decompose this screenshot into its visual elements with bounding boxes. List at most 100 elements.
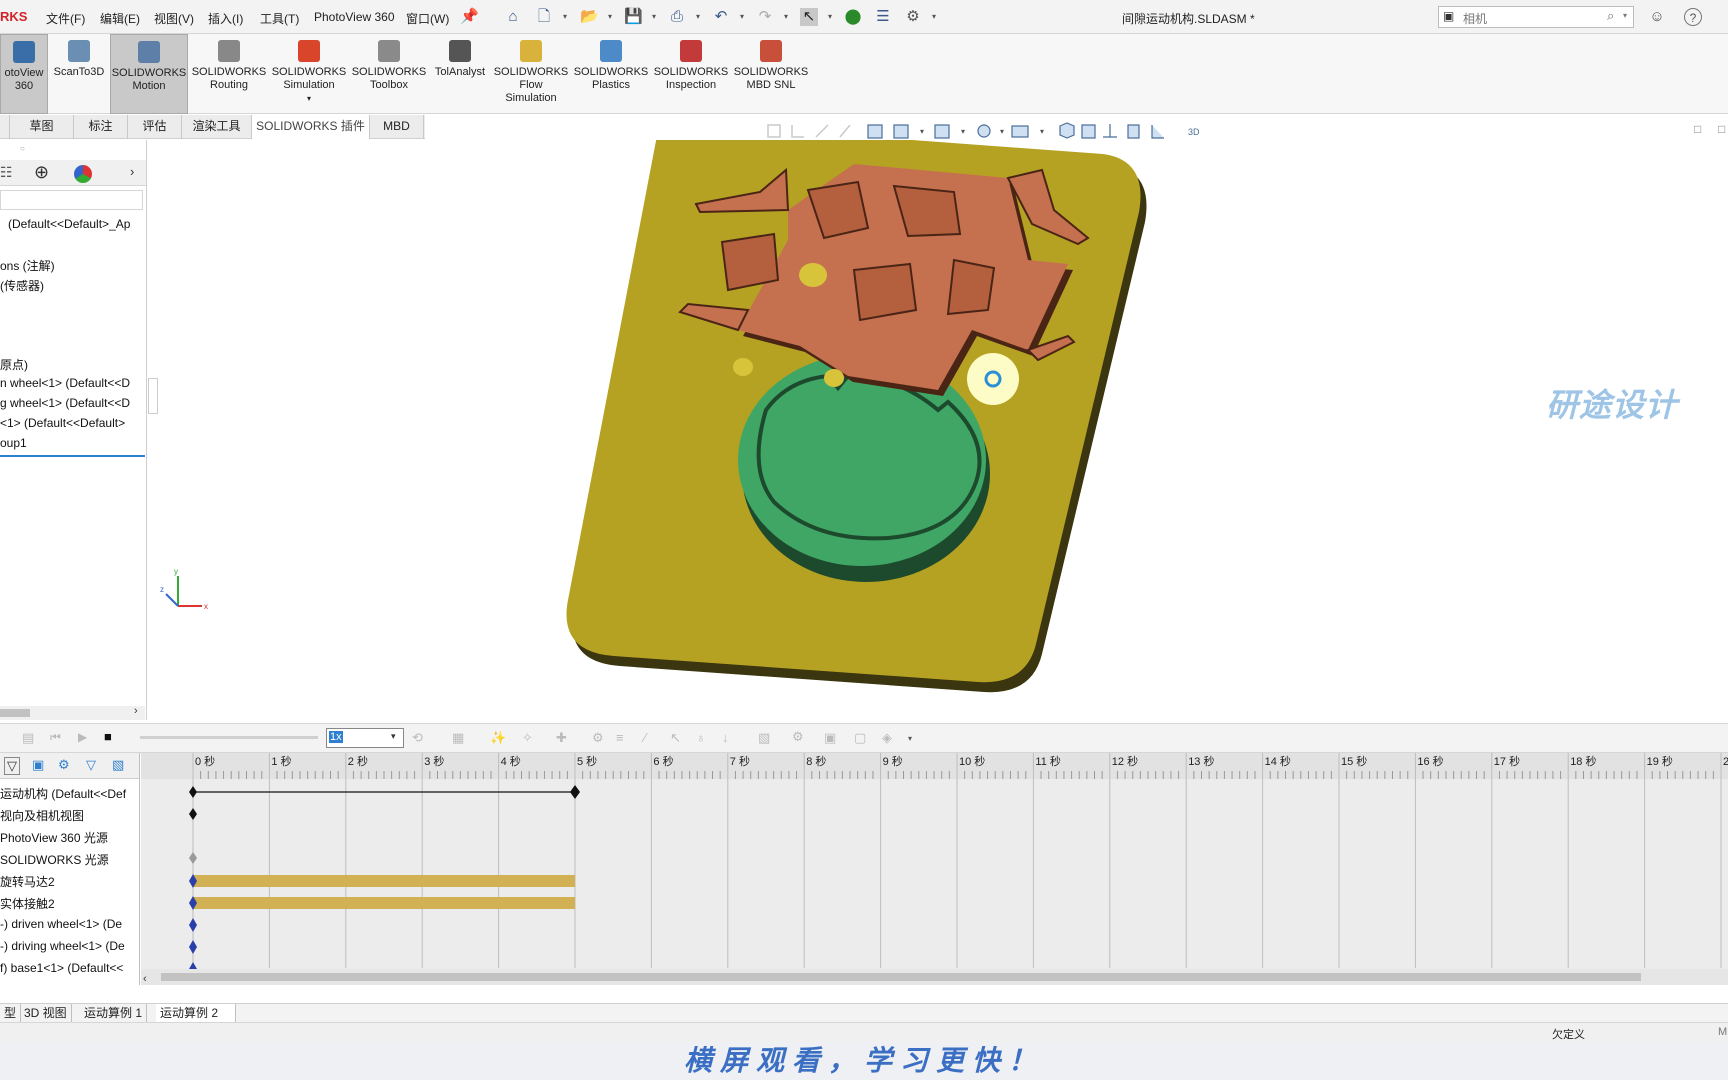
menu-file[interactable]: 文件(F): [46, 10, 85, 27]
tab-sketch[interactable]: 草图: [10, 115, 74, 139]
view-settings-icon[interactable]: [1081, 124, 1096, 139]
motion-tree-rotary-motor[interactable]: 旋转马达2: [0, 873, 55, 890]
dynamic-annotation-icon[interactable]: [867, 124, 883, 139]
calculate-icon[interactable]: ▤: [22, 730, 34, 746]
scrollbar-thumb[interactable]: [0, 709, 30, 717]
save-animation-icon[interactable]: ▦: [452, 730, 464, 746]
search-icon[interactable]: ⌕: [1607, 8, 1614, 24]
tab-prev[interactable]: [0, 115, 10, 139]
redo-icon[interactable]: ↷: [756, 8, 774, 26]
chevron-down-icon[interactable]: ▾: [1040, 127, 1044, 136]
filter-driving-icon[interactable]: ▣: [32, 757, 44, 773]
playback-mode-icon[interactable]: ⟲: [412, 730, 423, 746]
file-properties-icon[interactable]: ☰: [874, 8, 892, 26]
force-icon[interactable]: ↖: [670, 730, 681, 746]
display-style-icon[interactable]: [934, 124, 950, 139]
tree-item-sensors[interactable]: (传感器): [0, 277, 44, 294]
solidworks-mbd-snl-button[interactable]: SOLIDWORKS MBD SNL: [732, 34, 810, 114]
playback-speed-select[interactable]: 1x ▾: [326, 728, 404, 748]
gear-icon[interactable]: ⚙: [904, 8, 922, 26]
menu-photoview[interactable]: PhotoView 360: [314, 10, 395, 24]
spring-icon[interactable]: ≡: [616, 730, 624, 745]
save-icon[interactable]: 💾: [624, 8, 643, 26]
collapse-panel-icon[interactable]: □: [1694, 122, 1701, 136]
filter-field[interactable]: [0, 190, 143, 210]
rollback-bar[interactable]: [0, 455, 145, 457]
add-key-icon[interactable]: ✚: [556, 730, 567, 746]
tab-solidworks-addins[interactable]: SOLIDWORKS 插件: [252, 115, 370, 139]
edit-appearance-icon[interactable]: [1011, 125, 1029, 138]
study-properties-icon[interactable]: ⚙: [792, 729, 804, 745]
model-view[interactable]: x y z: [148, 120, 1728, 720]
solidworks-flow-simulation-button[interactable]: SOLIDWORKS Flow Simulation: [492, 34, 570, 114]
chevron-right-icon[interactable]: ›: [134, 705, 138, 717]
status-units[interactable]: M: [1718, 1026, 1727, 1038]
tab-motion-study-2[interactable]: 运动算例 2: [156, 1004, 236, 1022]
results-plots-icon[interactable]: ▧: [758, 730, 770, 746]
solidworks-inspection-button[interactable]: SOLIDWORKS Inspection: [652, 34, 730, 114]
tree-item-assembly[interactable]: (Default<<Default>_Ap: [8, 217, 130, 231]
tab-mbd[interactable]: MBD: [370, 115, 424, 139]
playback-slider[interactable]: [140, 736, 318, 739]
chevron-down-icon[interactable]: ▾: [1623, 11, 1627, 20]
motion-tree-view-camera[interactable]: 视向及相机视图: [0, 807, 84, 824]
chevron-right-icon[interactable]: ›: [130, 164, 134, 179]
chevron-down-icon[interactable]: ▾: [961, 127, 965, 136]
motion-tree-assembly[interactable]: 运动机构 (Default<<Def: [0, 785, 126, 802]
tree-item-annotations[interactable]: ons (注解): [0, 257, 55, 274]
previous-view-icon[interactable]: [815, 124, 829, 138]
chevron-down-icon[interactable]: ▾: [828, 12, 832, 21]
realview-icon[interactable]: [1127, 124, 1140, 139]
apply-scene-icon[interactable]: [1059, 122, 1075, 139]
configuration-manager-icon[interactable]: ☷: [0, 164, 13, 181]
undo-icon[interactable]: ↶: [712, 8, 730, 26]
filter-animated-icon[interactable]: ▽: [4, 757, 20, 775]
solidworks-routing-button[interactable]: SOLIDWORKS Routing: [190, 34, 268, 114]
filter-results-icon[interactable]: ▽: [86, 757, 96, 773]
open-folder-icon[interactable]: 📂: [580, 8, 599, 26]
chevron-down-icon[interactable]: ▾: [920, 127, 924, 136]
menu-edit[interactable]: 编辑(E): [100, 10, 140, 27]
motion-tree-photoview-lights[interactable]: PhotoView 360 光源: [0, 829, 108, 846]
ambient-occlusion-icon[interactable]: [1151, 125, 1164, 139]
print-icon[interactable]: ⎙: [668, 8, 686, 26]
chevron-down-icon[interactable]: ▾: [908, 734, 912, 743]
dimxpert-icon[interactable]: ⊕: [34, 162, 49, 183]
chevron-down-icon[interactable]: ▾: [652, 12, 656, 21]
chevron-down-icon[interactable]: ▾: [740, 12, 744, 21]
menu-tools[interactable]: 工具(T): [260, 10, 299, 27]
chevron-down-icon[interactable]: ▾: [608, 12, 612, 21]
chevron-down-icon[interactable]: ▾: [1000, 127, 1004, 136]
motion-tree-base[interactable]: f) base1<1> (Default<<: [0, 961, 123, 975]
section-view-icon[interactable]: [839, 124, 851, 138]
panel-expander[interactable]: [148, 378, 158, 414]
hide-show-items-icon[interactable]: [977, 124, 991, 138]
solidworks-toolbox-button[interactable]: SOLIDWORKS Toolbox: [350, 34, 428, 114]
timeline-chart[interactable]: 0 秒 1 秒 2 秒 3 秒 4 秒 5 秒 6 秒 7 秒 8 秒 9 秒 10 秒 11 秒 12…: [141, 753, 1728, 985]
chevron-down-icon[interactable]: ▾: [391, 731, 396, 742]
tree-item-mate-group[interactable]: oup1: [0, 436, 27, 450]
horizontal-scrollbar[interactable]: ›: [0, 705, 145, 720]
zoom-timeline-icon[interactable]: ▧: [112, 757, 124, 773]
traffic-light-icon[interactable]: ⬤: [844, 8, 862, 26]
filter-results-icon[interactable]: ◈: [882, 730, 892, 746]
help-icon[interactable]: ?: [1684, 8, 1702, 26]
animation-wizard-icon[interactable]: ✨: [490, 730, 506, 746]
chevron-down-icon[interactable]: ▾: [696, 12, 700, 21]
graphics-area[interactable]: x y z 研途设计: [148, 120, 1728, 720]
gravity-icon[interactable]: ↓: [722, 730, 729, 745]
drive-pin-right[interactable]: [824, 369, 844, 387]
chevron-down-icon[interactable]: ▾: [784, 12, 788, 21]
motor-icon[interactable]: ⚙: [592, 730, 604, 746]
tab-3d-views[interactable]: 3D 视图: [20, 1004, 72, 1022]
menu-window[interactable]: 窗口(W): [406, 10, 449, 27]
pin-icon[interactable]: 📌: [460, 8, 479, 26]
scanto3d-button[interactable]: ScanTo3D: [50, 34, 108, 114]
solidworks-motion-button[interactable]: SOLIDWORKS Motion: [110, 34, 188, 114]
tolanalyst-button[interactable]: TolAnalyst: [430, 34, 490, 114]
results-icon[interactable]: ▢: [854, 730, 866, 746]
zoom-area-icon[interactable]: [791, 125, 804, 138]
play-icon[interactable]: ▶: [78, 730, 87, 744]
stop-icon[interactable]: ■: [104, 729, 112, 744]
axis-triad-icon[interactable]: [1103, 124, 1117, 138]
